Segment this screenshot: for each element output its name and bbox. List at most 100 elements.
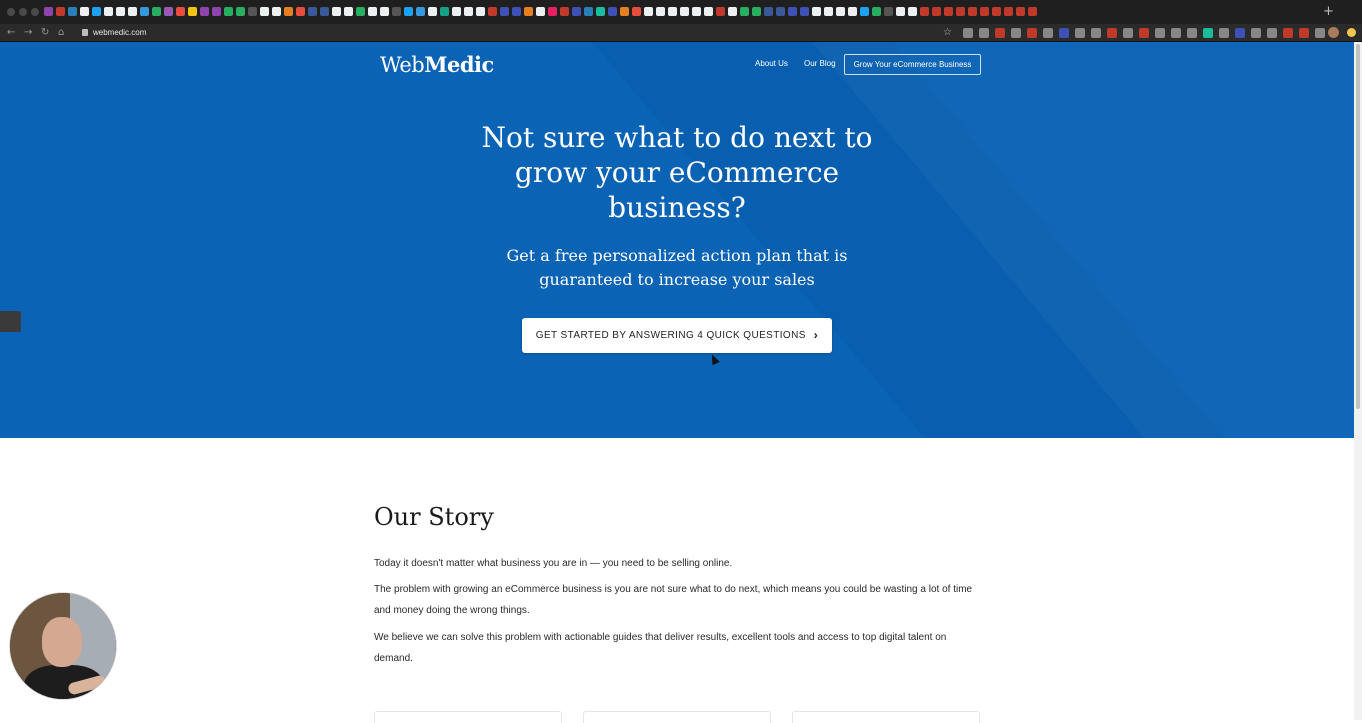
extension-icon[interactable]: [1091, 28, 1101, 38]
extension-icon[interactable]: [1283, 28, 1293, 38]
extension-icon[interactable]: [1299, 28, 1309, 38]
tab-favicon-icon[interactable]: [548, 7, 557, 16]
grow-business-button[interactable]: Grow Your eCommerce Business: [844, 54, 981, 75]
tab-favicon-icon[interactable]: [740, 7, 749, 16]
tab-favicon-icon[interactable]: [536, 7, 545, 16]
extension-icon[interactable]: [1139, 28, 1149, 38]
tab-favicon-icon[interactable]: [80, 7, 89, 16]
close-window-icon[interactable]: [7, 8, 15, 16]
new-tab-button[interactable]: +: [1323, 5, 1334, 19]
tab-favicon-icon[interactable]: [164, 7, 173, 16]
tab-favicon-icon[interactable]: [644, 7, 653, 16]
tab-favicon-icon[interactable]: [656, 7, 665, 16]
tab-favicon-icon[interactable]: [1004, 7, 1013, 16]
side-widget-tab[interactable]: [0, 311, 21, 332]
tab-favicon-icon[interactable]: [92, 7, 101, 16]
minimize-window-icon[interactable]: [19, 8, 27, 16]
tab-favicon-icon[interactable]: [764, 7, 773, 16]
extension-icon[interactable]: [1315, 28, 1325, 38]
tab-favicon-icon[interactable]: [896, 7, 905, 16]
tab-favicon-icon[interactable]: [956, 7, 965, 16]
tab-favicon-icon[interactable]: [560, 7, 569, 16]
tab-favicon-icon[interactable]: [116, 7, 125, 16]
tab-favicon-icon[interactable]: [368, 7, 377, 16]
get-started-button[interactable]: GET STARTED BY ANSWERING 4 QUICK QUESTIO…: [522, 318, 832, 353]
tab-favicon-icon[interactable]: [296, 7, 305, 16]
tab-favicon-icon[interactable]: [812, 7, 821, 16]
extension-icon[interactable]: [1059, 28, 1069, 38]
zoom-window-icon[interactable]: [31, 8, 39, 16]
tab-favicon-icon[interactable]: [788, 7, 797, 16]
tab-favicon-icon[interactable]: [356, 7, 365, 16]
extension-icon[interactable]: [1203, 28, 1213, 38]
bookmark-star-icon[interactable]: ☆: [943, 26, 952, 40]
site-logo[interactable]: WebMedic: [380, 53, 494, 78]
tab-favicon-icon[interactable]: [308, 7, 317, 16]
url-field[interactable]: webmedic.com: [93, 27, 146, 39]
tab-favicon-icon[interactable]: [332, 7, 341, 16]
tab-favicon-icon[interactable]: [464, 7, 473, 16]
tab-favicon-icon[interactable]: [284, 7, 293, 16]
tab-favicon-icon[interactable]: [188, 7, 197, 16]
tab-favicon-icon[interactable]: [440, 7, 449, 16]
tab-favicon-icon[interactable]: [1016, 7, 1025, 16]
tab-favicon-icon[interactable]: [380, 7, 389, 16]
forward-icon[interactable]: →: [24, 26, 32, 40]
extension-icon[interactable]: [1043, 28, 1053, 38]
extension-icon[interactable]: [1267, 28, 1277, 38]
tab-favicon-icon[interactable]: [1028, 7, 1037, 16]
extension-icon[interactable]: [995, 28, 1005, 38]
tab-favicon-icon[interactable]: [404, 7, 413, 16]
extension-icon[interactable]: [1027, 28, 1037, 38]
tab-favicon-icon[interactable]: [248, 7, 257, 16]
tab-favicon-icon[interactable]: [872, 7, 881, 16]
tab-favicon-icon[interactable]: [200, 7, 209, 16]
extension-icon[interactable]: [1155, 28, 1165, 38]
tab-favicon-icon[interactable]: [488, 7, 497, 16]
nav-about-us[interactable]: About Us: [755, 59, 788, 69]
tab-favicon-icon[interactable]: [272, 7, 281, 16]
tab-favicon-icon[interactable]: [176, 7, 185, 16]
tab-favicon-icon[interactable]: [128, 7, 137, 16]
tab-favicon-icon[interactable]: [500, 7, 509, 16]
tab-favicon-icon[interactable]: [56, 7, 65, 16]
tab-favicon-icon[interactable]: [668, 7, 677, 16]
tab-favicon-icon[interactable]: [392, 7, 401, 16]
tab-favicon-icon[interactable]: [692, 7, 701, 16]
tab-favicon-icon[interactable]: [980, 7, 989, 16]
extension-icon[interactable]: [1219, 28, 1229, 38]
tab-favicon-icon[interactable]: [428, 7, 437, 16]
tab-favicon-icon[interactable]: [848, 7, 857, 16]
tab-favicon-icon[interactable]: [884, 7, 893, 16]
tab-favicon-icon[interactable]: [512, 7, 521, 16]
extension-icon[interactable]: [1235, 28, 1245, 38]
tab-favicon-icon[interactable]: [860, 7, 869, 16]
scrollbar-thumb[interactable]: [1356, 44, 1360, 409]
extension-icon[interactable]: [1251, 28, 1261, 38]
tab-favicon-icon[interactable]: [620, 7, 629, 16]
tab-favicon-icon[interactable]: [416, 7, 425, 16]
tab-favicon-icon[interactable]: [236, 7, 245, 16]
tab-favicon-icon[interactable]: [452, 7, 461, 16]
tab-favicon-icon[interactable]: [836, 7, 845, 16]
tab-favicon-icon[interactable]: [800, 7, 809, 16]
tab-favicon-icon[interactable]: [776, 7, 785, 16]
tab-favicon-icon[interactable]: [596, 7, 605, 16]
tab-favicon-icon[interactable]: [152, 7, 161, 16]
extension-icon[interactable]: [1123, 28, 1133, 38]
tab-favicon-icon[interactable]: [104, 7, 113, 16]
tab-favicon-icon[interactable]: [140, 7, 149, 16]
home-icon[interactable]: ⌂: [58, 26, 64, 40]
tab-favicon-icon[interactable]: [728, 7, 737, 16]
extension-icon[interactable]: [1011, 28, 1021, 38]
tab-favicon-icon[interactable]: [476, 7, 485, 16]
tab-favicon-icon[interactable]: [68, 7, 77, 16]
nav-our-blog[interactable]: Our Blog: [804, 59, 836, 69]
tab-favicon-icon[interactable]: [524, 7, 533, 16]
extension-icon[interactable]: [1171, 28, 1181, 38]
tab-favicon-icon[interactable]: [584, 7, 593, 16]
tab-favicon-icon[interactable]: [44, 7, 53, 16]
update-indicator-icon[interactable]: [1347, 28, 1356, 37]
extension-icon[interactable]: [979, 28, 989, 38]
tab-favicon-icon[interactable]: [944, 7, 953, 16]
